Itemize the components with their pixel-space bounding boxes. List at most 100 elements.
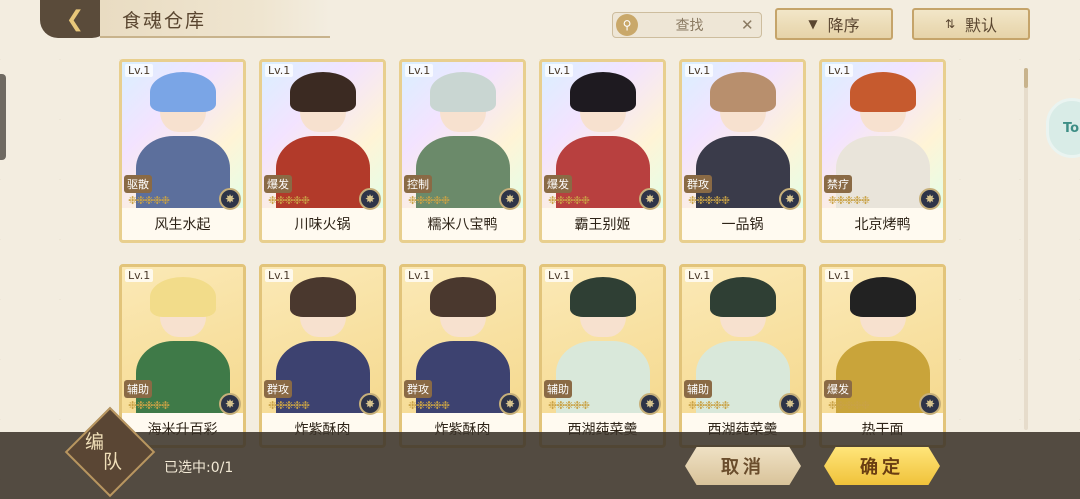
character-card[interactable]: Lv.1 群攻 ❉❉❉❉❉ ✸ 炸紫酥肉 — [399, 264, 526, 448]
role-badge: 爆发 — [544, 175, 572, 193]
portrait-hair — [150, 277, 216, 317]
level-label: Lv.1 — [125, 269, 154, 282]
star-rating-icon: ❉❉❉❉❉ — [408, 399, 450, 412]
back-arrow-icon: ❮ — [65, 6, 85, 32]
star-rating-icon: ❉❉❉❉❉ — [548, 399, 590, 412]
clear-icon[interactable]: ✕ — [741, 16, 761, 34]
sort-order-button[interactable]: ▼ 降序 — [775, 8, 893, 40]
medal-icon: ✸ — [919, 393, 941, 415]
selected-count: 已选中:0/1 — [164, 460, 234, 476]
triangle-down-icon: ▼ — [808, 17, 818, 31]
sort-mode-button[interactable]: ⇅ 默认 — [912, 8, 1030, 40]
role-badge: 爆发 — [264, 175, 292, 193]
portrait-hair — [150, 72, 216, 112]
team-label: 编 队 — [85, 432, 135, 472]
star-rating-icon: ❉❉❉❉❉ — [128, 194, 170, 207]
medal-icon: ✸ — [779, 393, 801, 415]
portrait-hair — [290, 277, 356, 317]
medal-icon: ✸ — [499, 188, 521, 210]
search-icon: ⚲ — [616, 14, 638, 36]
sort-arrows-icon: ⇅ — [944, 17, 956, 31]
level-label: Lv.1 — [825, 269, 854, 282]
star-rating-icon: ❉❉❉❉❉ — [828, 194, 870, 207]
scrollbar-track[interactable] — [1024, 68, 1028, 430]
floating-side-label: To — [1063, 120, 1080, 136]
character-card[interactable]: Lv.1 禁疗 ❉❉❉❉❉ ✸ 北京烤鸭 — [819, 59, 946, 243]
portrait-hair — [570, 72, 636, 112]
role-badge: 辅助 — [124, 380, 152, 398]
character-name: 川味火锅 — [294, 217, 351, 233]
search-placeholder: 查找 — [675, 18, 704, 34]
medal-icon: ✸ — [639, 188, 661, 210]
left-edge-tab[interactable] — [0, 74, 6, 160]
character-card[interactable]: Lv.1 控制 ❉❉❉❉❉ ✸ 糯米八宝鸭 — [399, 59, 526, 243]
medal-icon: ✸ — [639, 393, 661, 415]
medal-icon: ✸ — [359, 393, 381, 415]
search-input[interactable]: ⚲ 查找 ✕ — [612, 12, 762, 38]
star-rating-icon: ❉❉❉❉❉ — [828, 399, 870, 412]
character-card[interactable]: Lv.1 辅助 ❉❉❉❉❉ ✸ 海米升百彩 — [119, 264, 246, 448]
star-rating-icon: ❉❉❉❉❉ — [688, 194, 730, 207]
portrait-hair — [710, 72, 776, 112]
character-card[interactable]: Lv.1 爆发 ❉❉❉❉❉ ✸ 霸王别姬 — [539, 59, 666, 243]
role-badge: 驱散 — [124, 175, 152, 193]
character-name: 霸王别姬 — [574, 217, 631, 233]
medal-icon: ✸ — [499, 393, 521, 415]
level-label: Lv.1 — [825, 64, 854, 77]
character-name: 糯米八宝鸭 — [427, 217, 498, 233]
portrait-hair — [290, 72, 356, 112]
character-card[interactable]: Lv.1 群攻 ❉❉❉❉❉ ✸ 炸紫酥肉 — [259, 264, 386, 448]
star-rating-icon: ❉❉❉❉❉ — [268, 194, 310, 207]
role-badge: 群攻 — [684, 175, 712, 193]
page-title: 食魂仓库 — [122, 10, 207, 32]
level-label: Lv.1 — [265, 269, 294, 282]
role-badge: 群攻 — [264, 380, 292, 398]
portrait-hair — [850, 277, 916, 317]
character-card[interactable]: Lv.1 辅助 ❉❉❉❉❉ ✸ 西湖莼菜羹 — [539, 264, 666, 448]
portrait-hair — [850, 72, 916, 112]
level-label: Lv.1 — [405, 269, 434, 282]
top-bar: ❮ 食魂仓库 ⚲ 查找 ✕ ▼ 降序 ⇅ 默认 — [0, 0, 1080, 46]
medal-icon: ✸ — [359, 188, 381, 210]
character-card[interactable]: Lv.1 群攻 ❉❉❉❉❉ ✸ 一品锅 — [679, 59, 806, 243]
medal-icon: ✸ — [219, 188, 241, 210]
scrollbar-thumb[interactable] — [1024, 68, 1028, 88]
role-badge: 群攻 — [404, 380, 432, 398]
level-label: Lv.1 — [685, 64, 714, 77]
level-label: Lv.1 — [685, 269, 714, 282]
team-label-char-1: 编 — [85, 431, 105, 453]
character-card[interactable]: Lv.1 爆发 ❉❉❉❉❉ ✸ 川味火锅 — [259, 59, 386, 243]
character-name: 一品锅 — [721, 217, 764, 233]
portrait-hair — [430, 72, 496, 112]
role-badge: 爆发 — [824, 380, 852, 398]
star-rating-icon: ❉❉❉❉❉ — [688, 399, 730, 412]
portrait-hair — [570, 277, 636, 317]
level-label: Lv.1 — [545, 64, 574, 77]
star-rating-icon: ❉❉❉❉❉ — [128, 399, 170, 412]
sort-mode-label: 默认 — [965, 16, 998, 35]
role-badge: 禁疗 — [824, 175, 852, 193]
medal-icon: ✸ — [219, 393, 241, 415]
level-label: Lv.1 — [405, 64, 434, 77]
role-badge: 辅助 — [544, 380, 572, 398]
medal-icon: ✸ — [919, 188, 941, 210]
level-label: Lv.1 — [545, 269, 574, 282]
character-name: 风生水起 — [154, 217, 211, 233]
role-badge: 辅助 — [684, 380, 712, 398]
character-card[interactable]: Lv.1 爆发 ❉❉❉❉❉ ✸ 热干面 — [819, 264, 946, 448]
medal-icon: ✸ — [779, 188, 801, 210]
character-card[interactable]: Lv.1 驱散 ❉❉❉❉❉ ✸ 风生水起 — [119, 59, 246, 243]
level-label: Lv.1 — [125, 64, 154, 77]
role-badge: 控制 — [404, 175, 432, 193]
floating-side-button[interactable]: To — [1046, 98, 1080, 158]
level-label: Lv.1 — [265, 64, 294, 77]
portrait-hair — [430, 277, 496, 317]
sort-order-label: 降序 — [827, 16, 860, 35]
star-rating-icon: ❉❉❉❉❉ — [268, 399, 310, 412]
character-card[interactable]: Lv.1 辅助 ❉❉❉❉❉ ✸ 西湖莼菜羹 — [679, 264, 806, 448]
confirm-button[interactable]: 确定 — [824, 447, 940, 485]
portrait-hair — [710, 277, 776, 317]
cancel-button[interactable]: 取消 — [685, 447, 801, 485]
star-rating-icon: ❉❉❉❉❉ — [548, 194, 590, 207]
star-rating-icon: ❉❉❉❉❉ — [408, 194, 450, 207]
